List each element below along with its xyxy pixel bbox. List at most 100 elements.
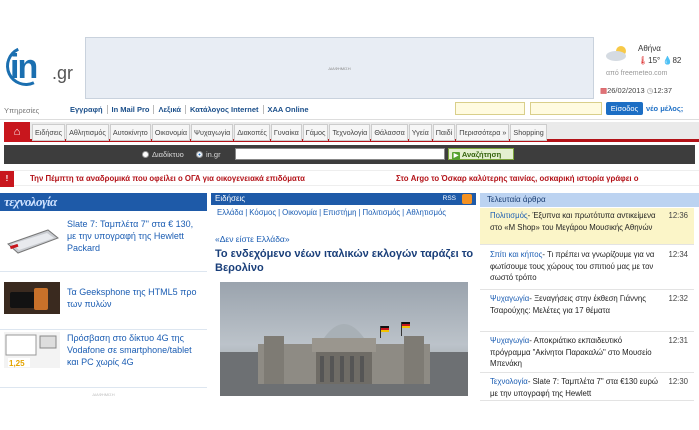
top-ad-banner[interactable]: ΔΙΑΦΗΜΙΣΗ	[85, 37, 594, 99]
tab-more[interactable]: Περισσότερα »	[456, 124, 510, 141]
services-label: Υπηρεσίες	[4, 106, 40, 115]
logo-arc	[0, 40, 52, 92]
util-link-register[interactable]: Εγγραφή	[66, 105, 107, 114]
latest-item-2-category[interactable]: Σπίτι και κήπος	[490, 250, 542, 259]
tab-technology[interactable]: Τεχνολογία	[329, 124, 371, 141]
cloud-sun-icon	[606, 46, 626, 61]
tab-sea[interactable]: Θάλασσα	[371, 124, 408, 141]
subnav-sports[interactable]: Αθλητισμός	[404, 208, 448, 217]
ticker-item-1[interactable]: Την Πέμπτη τα αναδρομικά που οφείλει ο Ο…	[30, 174, 305, 183]
tab-holidays[interactable]: Διακοπές	[234, 124, 270, 141]
devices-thumbnail: 1,25	[4, 332, 60, 368]
logo-suffix: .gr	[52, 63, 74, 83]
news-ticker: ! Την Πέμπτη τα αναδρομικά που οφείλει ο…	[0, 170, 699, 187]
latest-item-1-category[interactable]: Πολιτισμός	[490, 211, 528, 220]
password-input[interactable]	[530, 102, 602, 115]
radio-internet[interactable]: Διαδίκτυο	[142, 150, 184, 159]
tab-woman[interactable]: Γυναίκα	[270, 124, 302, 141]
latest-item-3-body[interactable]: Ψυχαγωγία- Ξεναγήσεις στην έκθεση Γιάννη…	[490, 293, 660, 316]
latest-header: Τελευταία άρθρα	[480, 193, 699, 207]
droplet-icon: 💧	[662, 56, 673, 65]
tech-section-title: τεχνολογία	[4, 194, 57, 209]
latest-item-1[interactable]: Πολιτισμός- Έξυπνα και πρωτότυπα αντικεί…	[480, 208, 694, 245]
date-text: 26/02/2013	[607, 86, 645, 95]
username-input[interactable]	[455, 102, 525, 115]
latest-item-5-category[interactable]: Τεχνολογία	[490, 377, 528, 386]
radio-internet-dot[interactable]	[142, 151, 149, 158]
news-section-header: Ειδήσεις RSS	[211, 193, 476, 205]
tab-child[interactable]: Παιδί	[432, 124, 456, 141]
radio-ingr[interactable]: in.gr	[196, 150, 221, 159]
util-link-xaa[interactable]: XAA Online	[262, 105, 313, 114]
latest-item-2-time: 12:34	[668, 250, 688, 259]
latest-item-3[interactable]: Ψυχαγωγία- Ξεναγήσεις στην έκθεση Γιάννη…	[480, 291, 694, 332]
datetime: ▦26/02/2013 ◷12:37	[600, 86, 696, 98]
latest-item-4-time: 12:31	[668, 336, 688, 345]
radio-ingr-label: in.gr	[206, 150, 221, 159]
latest-item-1-body[interactable]: Πολιτισμός- Έξυπνα και πρωτότυπα αντικεί…	[490, 210, 660, 233]
ticker-item-2[interactable]: Στο Argo το Όσκαρ καλύτερης ταινίας, οσκ…	[396, 174, 639, 183]
latest-header-title: Τελευταία άρθρα	[487, 195, 546, 204]
alert-icon: !	[0, 171, 14, 187]
tab-wedding[interactable]: Γάμος	[302, 124, 329, 141]
home-icon[interactable]: ⌂	[4, 122, 30, 142]
phone-thumbnail	[4, 282, 60, 314]
latest-item-3-category[interactable]: Ψυχαγωγία	[490, 294, 529, 303]
svg-text:1,25: 1,25	[9, 359, 25, 368]
rss-icon[interactable]	[462, 194, 472, 204]
weather-humidity: 82	[672, 56, 682, 65]
tab-shopping[interactable]: Shopping	[510, 124, 547, 141]
radio-ingr-dot[interactable]	[196, 151, 203, 158]
search-button[interactable]: ▶ Αναζήτηση	[448, 148, 514, 160]
weather-temp-row: 🌡15° 💧82	[638, 56, 681, 65]
tech-item-2[interactable]: Τα Geeksphone της HTML5 προ των πυλών	[0, 274, 207, 330]
latest-item-5-body[interactable]: Τεχνολογία- Slate 7: Ταμπλέτα 7" στα €13…	[490, 376, 660, 399]
tab-news[interactable]: Ειδήσεις	[32, 124, 66, 141]
subnav-world[interactable]: Κόσμος	[247, 208, 278, 217]
tech-item-1-title[interactable]: Slate 7: Ταμπλέτα 7" στα € 130, με την υ…	[67, 218, 197, 254]
radio-internet-label: Διαδίκτυο	[152, 150, 184, 159]
story-kicker: «Δεν είστε Ελλάδα»	[215, 234, 290, 244]
new-member-link[interactable]: νέο μέλος;	[646, 104, 683, 113]
tab-entertainment[interactable]: Ψυχαγωγία	[191, 124, 234, 141]
search-input[interactable]	[235, 148, 445, 160]
subnav-science[interactable]: Επιστήμη	[321, 208, 358, 217]
util-link-mail[interactable]: In Mail Pro	[106, 105, 154, 114]
latest-item-4-body[interactable]: Ψυχαγωγία- Αποκριάτικο εκπαιδευτικό πρόγ…	[490, 335, 660, 370]
tech-section-header[interactable]: τεχνολογία	[0, 193, 207, 211]
latest-item-5[interactable]: Τεχνολογία- Slate 7: Ταμπλέτα 7" στα €13…	[480, 374, 694, 401]
news-section-title[interactable]: Ειδήσεις	[215, 194, 245, 203]
story-photo[interactable]	[220, 282, 468, 396]
subnav-culture[interactable]: Πολιτισμός	[361, 208, 403, 217]
tablet-thumbnail	[7, 229, 59, 254]
rss-label[interactable]: RSS	[443, 195, 456, 202]
util-link-directory[interactable]: Κατάλογος Internet	[185, 105, 263, 114]
tab-health[interactable]: Υγεία	[408, 124, 432, 141]
news-subnav: Ελλάδα | Κόσμος | Οικονομία | Επιστήμη | Πολιτισ…	[215, 208, 448, 217]
story-headline[interactable]: Το ενδεχόμενο νέων ιταλικών εκλογών ταρά…	[215, 247, 477, 275]
main-nav: ⌂ Ειδήσεις Αθλητισμός Αυτοκίνητο Οικονομ…	[4, 122, 699, 142]
latest-item-2-body[interactable]: Σπίτι και κήπος- Τι πρέπει να γνωρίζουμε…	[490, 249, 660, 284]
side-ad-label: ΔΙΑΦΗΜΙΣΗ	[92, 392, 115, 397]
subnav-economy[interactable]: Οικονομία	[280, 208, 319, 217]
tech-item-1[interactable]: Slate 7: Ταμπλέτα 7" στα € 130, με την υ…	[0, 214, 207, 272]
subnav-greece[interactable]: Ελλάδα	[215, 208, 245, 217]
site-logo[interactable]: in .gr	[0, 40, 74, 92]
weather-city: Αθήνα	[638, 44, 661, 53]
tab-auto[interactable]: Αυτοκίνητο	[109, 124, 151, 141]
util-link-dictionaries[interactable]: Λεξικά	[153, 105, 185, 114]
tech-item-3-title[interactable]: Πρόσβαση στο δίκτυο 4G της Vodafone σε s…	[67, 332, 201, 368]
latest-item-2[interactable]: Σπίτι και κήπος- Τι πρέπει να γνωρίζουμε…	[480, 247, 694, 290]
tab-economy[interactable]: Οικονομία	[151, 124, 190, 141]
search-button-label: Αναζήτηση	[461, 150, 502, 159]
tech-item-2-title[interactable]: Τα Geeksphone της HTML5 προ των πυλών	[67, 286, 197, 310]
tab-sports[interactable]: Αθλητισμός	[66, 124, 109, 141]
weather-source[interactable]: από freemeteo.com	[606, 70, 667, 77]
latest-item-4[interactable]: Ψυχαγωγία- Αποκριάτικο εκπαιδευτικό πρόγ…	[480, 333, 694, 373]
tech-item-3[interactable]: 1,25 Πρόσβαση στο δίκτυο 4G της Vodafone…	[0, 330, 207, 388]
latest-item-4-category[interactable]: Ψυχαγωγία	[490, 336, 529, 345]
login-button[interactable]: Είσοδος	[606, 102, 643, 115]
latest-item-3-time: 12:32	[668, 294, 688, 303]
latest-item-1-time: 12:36	[668, 211, 688, 220]
search-go-icon: ▶	[452, 152, 460, 160]
